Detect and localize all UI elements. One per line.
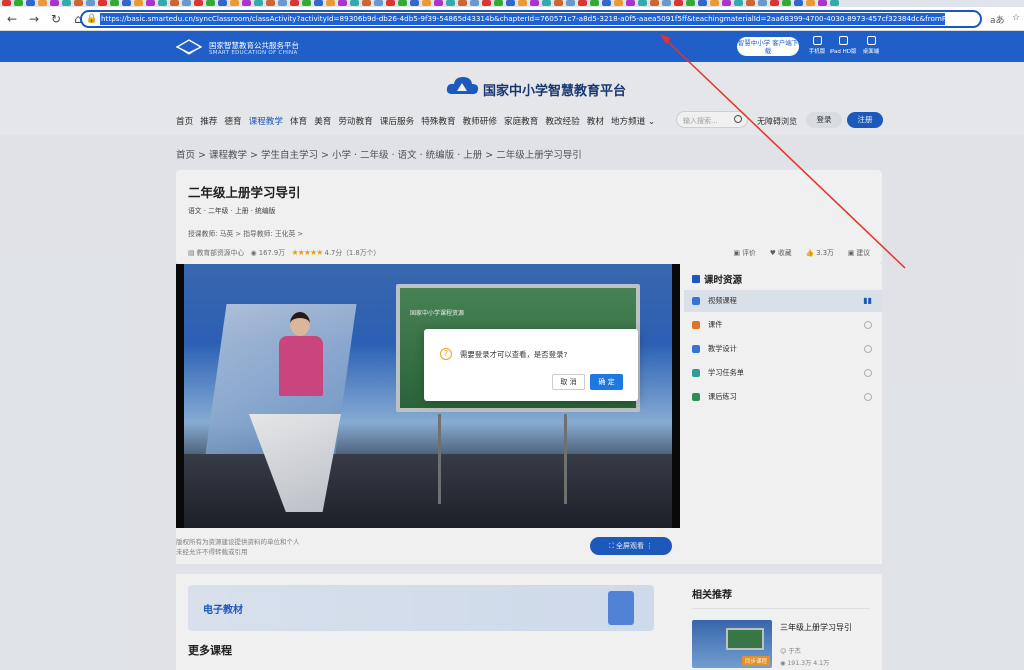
browser-tab[interactable] bbox=[14, 0, 23, 6]
browser-tab[interactable] bbox=[350, 0, 359, 6]
phone-icon bbox=[812, 36, 822, 45]
confirm-button[interactable]: 确 定 bbox=[590, 374, 623, 390]
browser-tab[interactable] bbox=[110, 0, 119, 6]
browser-tab[interactable] bbox=[434, 0, 443, 6]
browser-tab[interactable] bbox=[26, 0, 35, 6]
browser-tab[interactable] bbox=[158, 0, 167, 6]
browser-tab[interactable] bbox=[578, 0, 587, 6]
browser-tab[interactable] bbox=[782, 0, 791, 6]
browser-tab[interactable] bbox=[458, 0, 467, 6]
browser-tab[interactable] bbox=[638, 0, 647, 6]
browser-tab[interactable] bbox=[422, 0, 431, 6]
browser-tab[interactable] bbox=[338, 0, 347, 6]
browser-tab[interactable] bbox=[146, 0, 155, 6]
favorite-icon[interactable]: ☆ bbox=[1012, 13, 1020, 23]
platform-name-en: SMART EDUCATION OF CHINA bbox=[209, 50, 298, 56]
browser-tab[interactable] bbox=[662, 0, 671, 6]
browser-tab[interactable] bbox=[650, 0, 659, 6]
read-aloud-icon[interactable]: aあ bbox=[990, 13, 1005, 26]
forward-icon[interactable]: → bbox=[24, 9, 44, 29]
browser-tab[interactable] bbox=[566, 0, 575, 6]
browser-tab[interactable] bbox=[482, 0, 491, 6]
browser-tab[interactable] bbox=[362, 0, 371, 6]
browser-tab[interactable] bbox=[746, 0, 755, 6]
device-desktop[interactable]: 桌面端 bbox=[857, 36, 885, 55]
browser-tab[interactable] bbox=[398, 0, 407, 6]
browser-tab[interactable] bbox=[686, 0, 695, 6]
browser-tab[interactable] bbox=[554, 0, 563, 6]
browser-tab[interactable] bbox=[626, 0, 635, 6]
lock-icon[interactable]: 🔒 bbox=[86, 14, 100, 24]
browser-tab[interactable] bbox=[182, 0, 191, 6]
browser-tab[interactable] bbox=[86, 0, 95, 6]
browser-tab[interactable] bbox=[386, 0, 395, 6]
browser-tab[interactable] bbox=[314, 0, 323, 6]
browser-tab[interactable] bbox=[218, 0, 227, 6]
browser-tab[interactable] bbox=[830, 0, 839, 6]
login-prompt-dialog: ? 需要登录才可以查看，是否登录? 取 消 确 定 bbox=[424, 329, 638, 401]
browser-tab[interactable] bbox=[122, 0, 131, 6]
platform-logo-icon bbox=[176, 39, 202, 55]
browser-tab[interactable] bbox=[326, 0, 335, 6]
browser-tab[interactable] bbox=[2, 0, 11, 6]
browser-tab[interactable] bbox=[230, 0, 239, 6]
browser-window: ← → ↻ ⌂ 🔒 https://basic.smartedu.cn/sync… bbox=[0, 0, 1024, 670]
browser-tab[interactable] bbox=[266, 0, 275, 6]
browser-tab[interactable] bbox=[674, 0, 683, 6]
url-field[interactable]: 🔒 https://basic.smartedu.cn/syncClassroo… bbox=[80, 10, 982, 28]
tablet-icon bbox=[838, 36, 848, 45]
browser-tab[interactable] bbox=[206, 0, 215, 6]
browser-tab[interactable] bbox=[242, 0, 251, 6]
question-icon: ? bbox=[440, 348, 452, 360]
browser-tab[interactable] bbox=[374, 0, 383, 6]
browser-tab[interactable] bbox=[794, 0, 803, 6]
address-bar-row: ← → ↻ ⌂ 🔒 https://basic.smartedu.cn/sync… bbox=[0, 7, 1024, 31]
browser-tab[interactable] bbox=[194, 0, 203, 6]
browser-tab[interactable] bbox=[590, 0, 599, 6]
browser-tab[interactable] bbox=[734, 0, 743, 6]
browser-tab[interactable] bbox=[602, 0, 611, 6]
browser-tab[interactable] bbox=[758, 0, 767, 6]
browser-tab[interactable] bbox=[446, 0, 455, 6]
browser-tab[interactable] bbox=[62, 0, 71, 6]
browser-tab[interactable] bbox=[278, 0, 287, 6]
browser-tab[interactable] bbox=[506, 0, 515, 6]
browser-tab[interactable] bbox=[542, 0, 551, 6]
device-ipad[interactable]: iPad HD版 bbox=[829, 36, 857, 55]
monitor-icon bbox=[866, 36, 876, 45]
browser-tab[interactable] bbox=[254, 0, 263, 6]
browser-tab[interactable] bbox=[530, 0, 539, 6]
dialog-message: 需要登录才可以查看，是否登录? bbox=[460, 350, 568, 359]
browser-tab[interactable] bbox=[290, 0, 299, 6]
browser-tab[interactable] bbox=[170, 0, 179, 6]
browser-tab[interactable] bbox=[494, 0, 503, 6]
platform-bar: 国家智慧教育公共服务平台 SMART EDUCATION OF CHINA 智慧… bbox=[0, 31, 1024, 62]
browser-tab[interactable] bbox=[410, 0, 419, 6]
browser-tab[interactable] bbox=[50, 0, 59, 6]
browser-tab[interactable] bbox=[614, 0, 623, 6]
back-icon[interactable]: ← bbox=[2, 9, 22, 29]
client-download-button[interactable]: 智慧中小学 客户端下载 bbox=[737, 37, 799, 56]
browser-tab[interactable] bbox=[98, 0, 107, 6]
browser-tab[interactable] bbox=[698, 0, 707, 6]
device-mobile[interactable]: 手机版 bbox=[803, 36, 831, 55]
tab-strip[interactable] bbox=[0, 0, 1024, 7]
browser-tab[interactable] bbox=[74, 0, 83, 6]
browser-tab[interactable] bbox=[38, 0, 47, 6]
browser-tab[interactable] bbox=[722, 0, 731, 6]
browser-tab[interactable] bbox=[806, 0, 815, 6]
browser-tab[interactable] bbox=[134, 0, 143, 6]
browser-tab[interactable] bbox=[518, 0, 527, 6]
reload-icon[interactable]: ↻ bbox=[46, 9, 66, 29]
browser-tab[interactable] bbox=[710, 0, 719, 6]
browser-tab[interactable] bbox=[770, 0, 779, 6]
browser-tab[interactable] bbox=[302, 0, 311, 6]
browser-tab[interactable] bbox=[470, 0, 479, 6]
cancel-button[interactable]: 取 消 bbox=[552, 374, 585, 390]
browser-tab[interactable] bbox=[818, 0, 827, 6]
url-text[interactable]: https://basic.smartedu.cn/syncClassroom/… bbox=[100, 13, 945, 25]
